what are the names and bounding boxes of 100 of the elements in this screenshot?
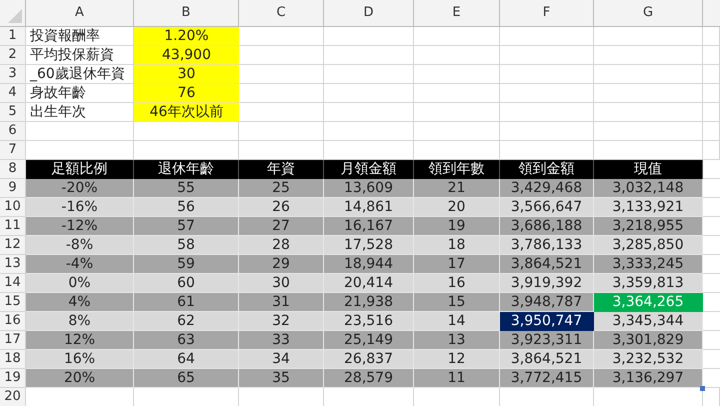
table-cell: 3,345,344 [594,312,703,331]
column-header: 現值 [594,160,703,179]
input-label: 平均投保薪資 [30,46,114,64]
table-cell: 3,919,392 [500,274,594,293]
column-header: 月領金額 [324,160,414,179]
empty-cell[interactable] [414,84,500,103]
fill-handle[interactable] [700,386,705,391]
table-cell: 63 [134,331,239,350]
empty-cell[interactable] [414,65,500,84]
empty-cell[interactable] [500,27,594,46]
column-letter[interactable]: E [452,3,461,23]
table-cell: 3,133,921 [594,198,703,217]
table-cell: 3,923,311 [500,331,594,350]
row-number: 10 [4,198,21,216]
row-number: 15 [4,293,21,312]
empty-cell[interactable] [703,84,720,103]
empty-cell[interactable] [414,103,500,122]
row-number: 19 [4,369,21,388]
table-cell: 25 [239,179,324,198]
empty-cell[interactable] [594,84,703,103]
column-letter[interactable]: G [642,3,654,23]
table-cell: 62 [134,312,239,331]
select-all-icon[interactable] [8,9,22,23]
table-cell: 3,301,829 [594,331,703,350]
empty-cell[interactable] [500,84,594,103]
table-cell: 3,359,813 [594,274,703,293]
table-cell: 31 [239,293,324,312]
table-cell: 8% [26,312,134,331]
table-cell: 28 [239,236,324,255]
empty-cell[interactable] [324,103,414,122]
column-letter[interactable]: A [75,3,84,23]
empty-cell[interactable] [324,84,414,103]
table-cell: 3,429,468 [500,179,594,198]
row-number: 13 [4,255,21,274]
table-cell: 3,285,850 [594,236,703,255]
table-cell: 60 [134,274,239,293]
table-cell: 11 [414,369,500,388]
input-value[interactable]: 43,900 [134,46,239,65]
empty-cell[interactable] [594,65,703,84]
table-cell: 55 [134,179,239,198]
table-cell: 23,516 [324,312,414,331]
table-cell: 3,566,647 [500,198,594,217]
table-cell: -20% [26,179,134,198]
corner-cell[interactable] [0,0,26,27]
input-value[interactable]: 1.20% [134,27,239,46]
table-cell: -4% [26,255,134,274]
empty-cell[interactable] [414,122,500,141]
table-cell: 58 [134,236,239,255]
empty-cell[interactable] [324,46,414,65]
table-cell: 3,032,148 [594,179,703,198]
table-cell: 28,579 [324,369,414,388]
empty-cell[interactable] [703,46,720,65]
empty-cell[interactable] [594,46,703,65]
empty-cell[interactable] [500,103,594,122]
empty-cell[interactable] [324,65,414,84]
empty-cell[interactable] [414,27,500,46]
row-number: 7 [8,141,17,160]
input-value[interactable]: 76 [134,84,239,103]
empty-cell[interactable] [703,103,720,122]
row-number: 20 [4,388,21,406]
input-value[interactable]: 30 [134,65,239,84]
column-letter[interactable]: C [276,3,286,23]
column-header: 足額比例 [26,160,134,179]
empty-cell[interactable] [500,46,594,65]
input-value[interactable]: 46年次以前 [134,103,239,122]
table-cell: 13 [414,331,500,350]
table-cell: 33 [239,331,324,350]
row-number: 12 [4,236,21,254]
empty-cell[interactable] [239,122,324,141]
table-cell: 13,609 [324,179,414,198]
empty-cell[interactable] [703,65,720,84]
empty-cell[interactable] [500,65,594,84]
table-cell: 65 [134,369,239,388]
empty-cell[interactable] [414,46,500,65]
empty-cell[interactable] [134,122,239,141]
table-cell: 3,232,532 [594,350,703,369]
row-number: 18 [4,350,21,368]
table-cell: 3,950,747 [500,312,594,331]
empty-cell[interactable] [703,122,720,141]
column-letter[interactable]: B [182,3,190,23]
table-cell: 59 [134,255,239,274]
empty-cell[interactable] [594,103,703,122]
empty-cell[interactable] [594,27,703,46]
column-header: 年資 [239,160,324,179]
row-number: 6 [8,122,17,140]
empty-cell[interactable] [500,122,594,141]
row-number: 11 [4,217,21,236]
empty-cell[interactable] [324,122,414,141]
table-cell: 18 [414,236,500,255]
table-cell: 29 [239,255,324,274]
row-number: 3 [8,65,17,84]
table-cell: 16% [26,350,134,369]
table-cell: 3,136,297 [594,369,703,388]
empty-cell[interactable] [594,122,703,141]
empty-cell[interactable] [703,141,720,160]
empty-cell[interactable] [324,27,414,46]
table-cell: 3,864,521 [500,350,594,369]
table-cell: 20,414 [324,274,414,293]
column-letter[interactable]: D [363,3,374,23]
column-letter[interactable]: F [542,3,550,23]
